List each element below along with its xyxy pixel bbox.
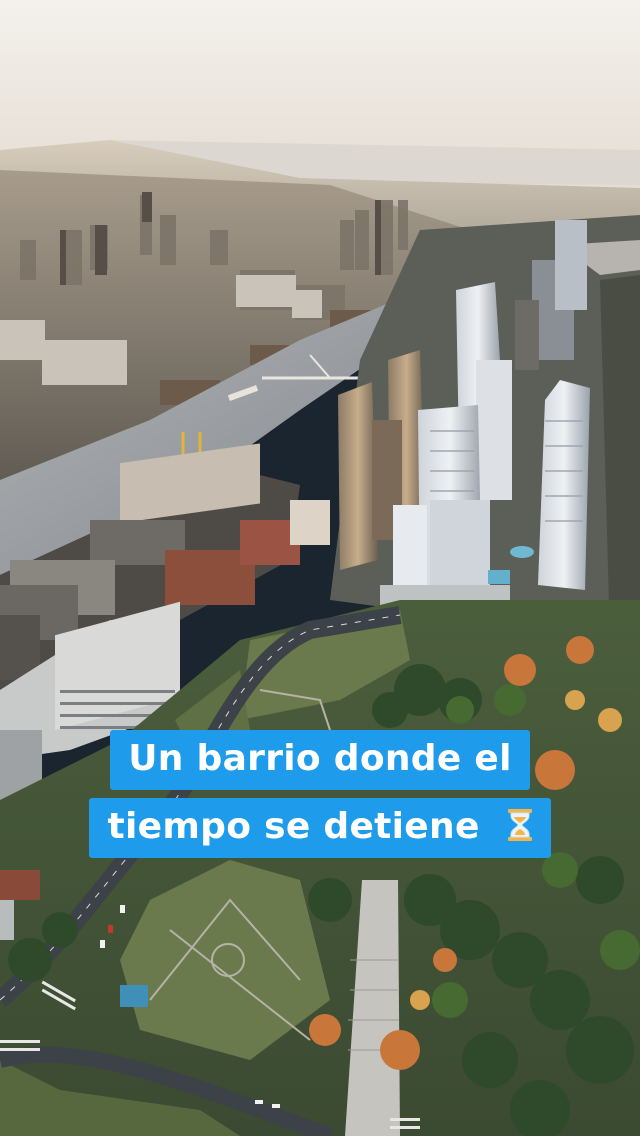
- aerial-city-photo: Un barrio donde el tiempo se detiene: [0, 0, 640, 1136]
- sports-court: [120, 985, 148, 1007]
- hourglass-icon: [507, 808, 533, 842]
- caption-text-2: tiempo se detiene: [107, 806, 480, 847]
- red-car: [108, 925, 113, 933]
- caption-overlay: Un barrio donde el tiempo se detiene: [0, 730, 640, 858]
- caption-line-2: tiempo se detiene: [89, 798, 551, 858]
- caption-text-1: Un barrio donde el: [128, 738, 512, 779]
- caption-line-1: Un barrio donde el: [110, 730, 530, 790]
- aerial-city-illustration: [0, 0, 640, 1136]
